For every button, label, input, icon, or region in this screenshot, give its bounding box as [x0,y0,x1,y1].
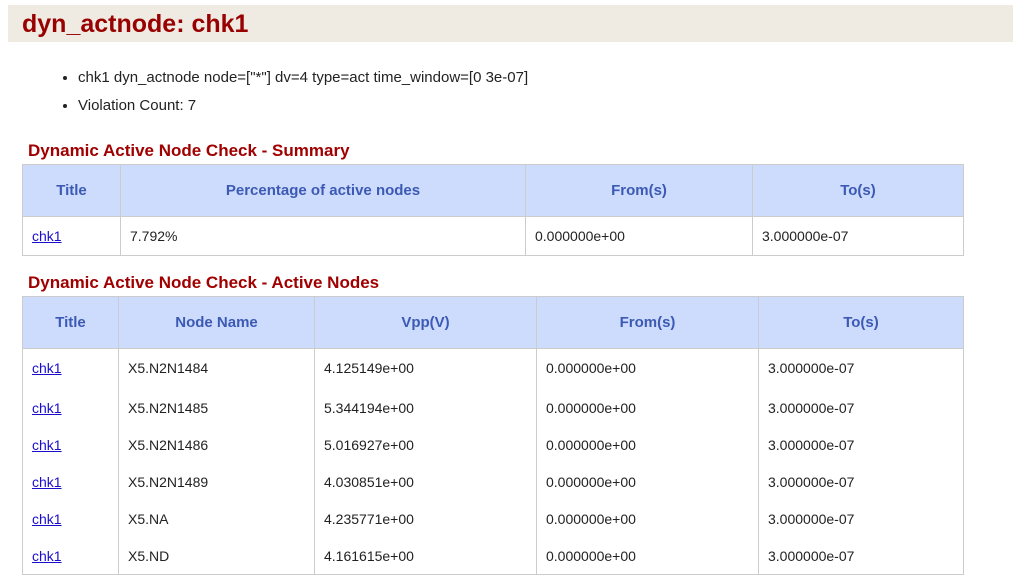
page-title: dyn_actnode: chk1 [22,10,249,38]
check-link[interactable]: chk1 [32,548,62,564]
to-cell: 3.000000e-07 [758,426,964,463]
col-from: From(s) [525,164,753,217]
to-cell: 3.000000e-07 [758,386,964,426]
vpp-cell: 4.161615e+00 [314,537,537,575]
page-header: dyn_actnode: chk1 [8,5,1013,42]
col-title: Title [22,296,119,349]
title-cell: chk1 [22,537,119,575]
table-row: chk1 X5.N2N1485 5.344194e+00 0.000000e+00 3.… [22,386,964,426]
violation-count: Violation Count: 7 [78,92,528,120]
title-cell: chk1 [22,386,119,426]
table-row: chk1 X5.N2N1489 4.030851e+00 0.000000e+00 3.… [22,463,964,500]
col-node-name: Node Name [118,296,315,349]
table-row: chk1 X5.N2N1484 4.125149e+00 0.000000e+00 3.… [22,348,964,386]
to-cell: 3.000000e-07 [758,463,964,500]
from-cell: 0.000000e+00 [536,348,759,386]
from-cell: 0.000000e+00 [536,386,759,426]
node-name-cell: X5.N2N1484 [118,348,315,386]
col-from: From(s) [536,296,759,349]
to-cell: 3.000000e-07 [752,216,964,256]
title-cell: chk1 [22,463,119,500]
col-vpp: Vpp(V) [314,296,537,349]
table-row: chk1 X5.N2N1486 5.016927e+00 0.000000e+00 3.… [22,426,964,463]
to-cell: 3.000000e-07 [758,537,964,575]
vpp-cell: 5.344194e+00 [314,386,537,426]
table-row: chk1 X5.NA 4.235771e+00 0.000000e+00 3.00000… [22,500,964,537]
col-to: To(s) [758,296,964,349]
vpp-cell: 4.125149e+00 [314,348,537,386]
col-percentage: Percentage of active nodes [120,164,526,217]
table-header-row: Title Node Name Vpp(V) From(s) To(s) [22,296,964,349]
check-link[interactable]: chk1 [32,400,62,416]
title-cell: chk1 [22,348,119,386]
title-cell: chk1 [22,426,119,463]
check-link[interactable]: chk1 [32,474,62,490]
table-row: chk1 7.792% 0.000000e+00 3.000000e-07 [22,216,964,256]
active-nodes-heading: Dynamic Active Node Check - Active Nodes [28,273,380,292]
summary-heading: Dynamic Active Node Check - Summary [28,141,350,160]
active-nodes-table: Title Node Name Vpp(V) From(s) To(s) chk… [22,296,964,575]
check-link[interactable]: chk1 [32,228,62,244]
info-list: chk1 dyn_actnode node=["*"] dv=4 type=ac… [58,64,528,120]
node-name-cell: X5.N2N1486 [118,426,315,463]
node-name-cell: X5.ND [118,537,315,575]
table-header-row: Title Percentage of active nodes From(s)… [22,164,964,217]
to-cell: 3.000000e-07 [758,348,964,386]
node-name-cell: X5.NA [118,500,315,537]
col-title: Title [22,164,121,217]
check-link[interactable]: chk1 [32,437,62,453]
from-cell: 0.000000e+00 [525,216,753,256]
vpp-cell: 5.016927e+00 [314,426,537,463]
vpp-cell: 4.235771e+00 [314,500,537,537]
to-cell: 3.000000e-07 [758,500,964,537]
title-cell: chk1 [22,500,119,537]
summary-table: Title Percentage of active nodes From(s)… [22,164,964,256]
from-cell: 0.000000e+00 [536,426,759,463]
from-cell: 0.000000e+00 [536,537,759,575]
percentage-cell: 7.792% [120,216,526,256]
node-name-cell: X5.N2N1485 [118,386,315,426]
from-cell: 0.000000e+00 [536,463,759,500]
vpp-cell: 4.030851e+00 [314,463,537,500]
check-link[interactable]: chk1 [32,360,62,376]
from-cell: 0.000000e+00 [536,500,759,537]
check-link[interactable]: chk1 [32,511,62,527]
check-definition: chk1 dyn_actnode node=["*"] dv=4 type=ac… [78,64,528,92]
table-row: chk1 X5.ND 4.161615e+00 0.000000e+00 3.00000… [22,537,964,575]
col-to: To(s) [752,164,964,217]
node-name-cell: X5.N2N1489 [118,463,315,500]
